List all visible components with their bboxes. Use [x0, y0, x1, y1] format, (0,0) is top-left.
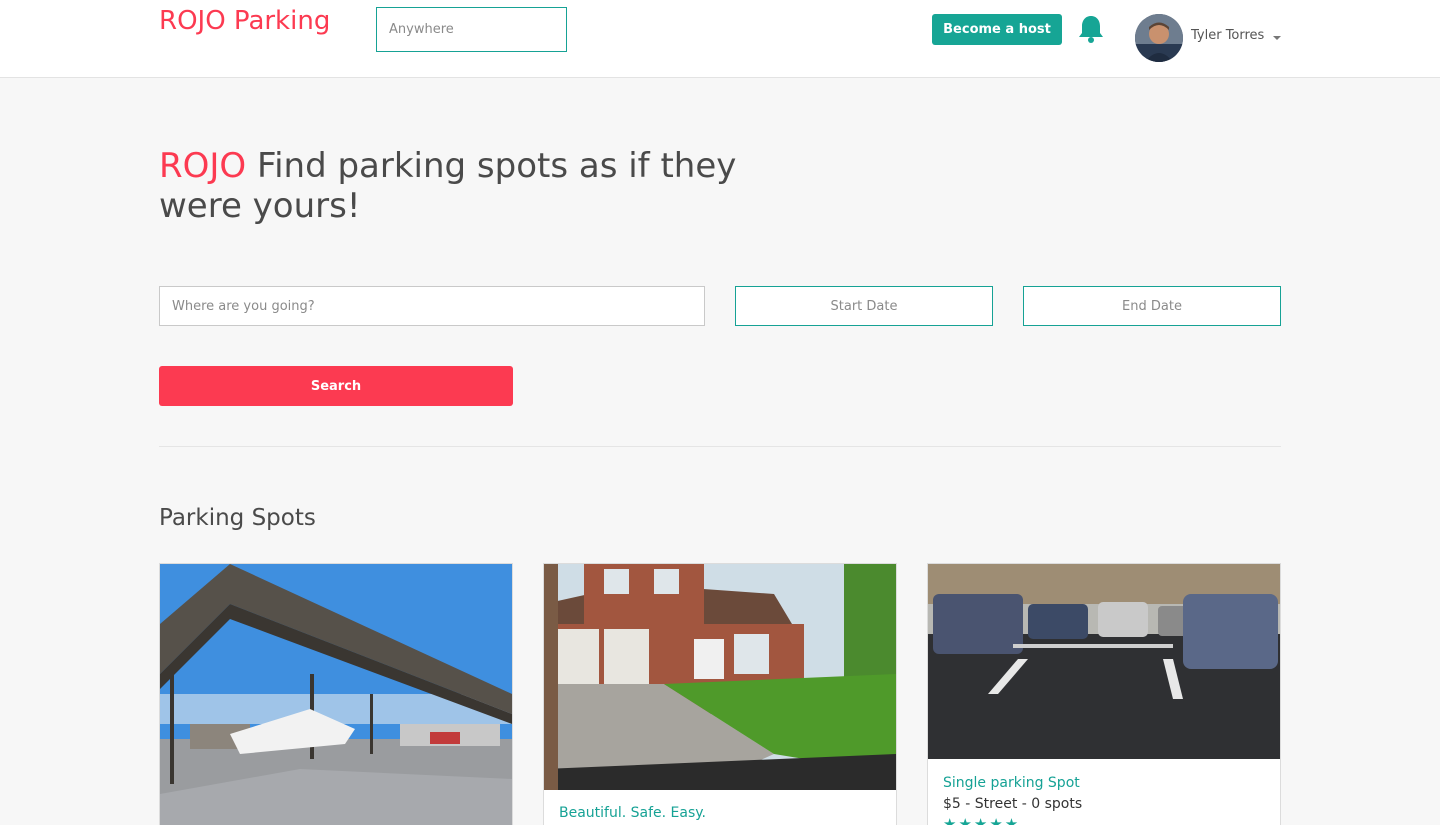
house-driveway-photo[interactable] — [544, 564, 896, 790]
hero-tagline: Find parking spots as if they were yours… — [159, 146, 737, 226]
section-divider — [159, 446, 1281, 447]
brand-logo[interactable]: ROJO Parking — [159, 6, 330, 36]
listing-title[interactable]: Beautiful. Safe. Easy. — [559, 805, 706, 821]
parking-lot-photo[interactable] — [928, 564, 1280, 759]
hero-brand: ROJO — [159, 146, 247, 186]
navbar: ROJO Parking Become a host Tyler Torres — [0, 0, 1440, 78]
listing-details: $5 - Street - 0 spots — [943, 796, 1083, 812]
location-search-input[interactable] — [376, 7, 567, 52]
listing-card[interactable]: Beautiful. Safe. Easy. — [543, 563, 897, 825]
listing-title[interactable]: Single parking Spot — [943, 775, 1080, 791]
listing-card[interactable] — [159, 563, 513, 825]
start-date-input[interactable] — [735, 286, 993, 326]
bell-icon[interactable] — [1077, 14, 1105, 44]
user-avatar[interactable] — [1135, 14, 1183, 62]
user-menu-name[interactable]: Tyler Torres — [1191, 28, 1264, 43]
destination-input[interactable] — [159, 286, 705, 326]
listing-card[interactable]: Single parking Spot $5 - Street - 0 spot… — [927, 563, 1281, 825]
section-heading: Parking Spots — [159, 505, 316, 531]
covered-boat-parking-photo[interactable] — [160, 564, 512, 825]
become-host-button[interactable]: Become a host — [932, 14, 1062, 45]
end-date-input[interactable] — [1023, 286, 1281, 326]
star-rating: ★★★★★ — [943, 815, 1021, 825]
hero-heading: ROJO Find parking spots as if they were … — [159, 146, 799, 226]
search-button[interactable]: Search — [159, 366, 513, 406]
chevron-down-icon[interactable] — [1273, 36, 1281, 40]
